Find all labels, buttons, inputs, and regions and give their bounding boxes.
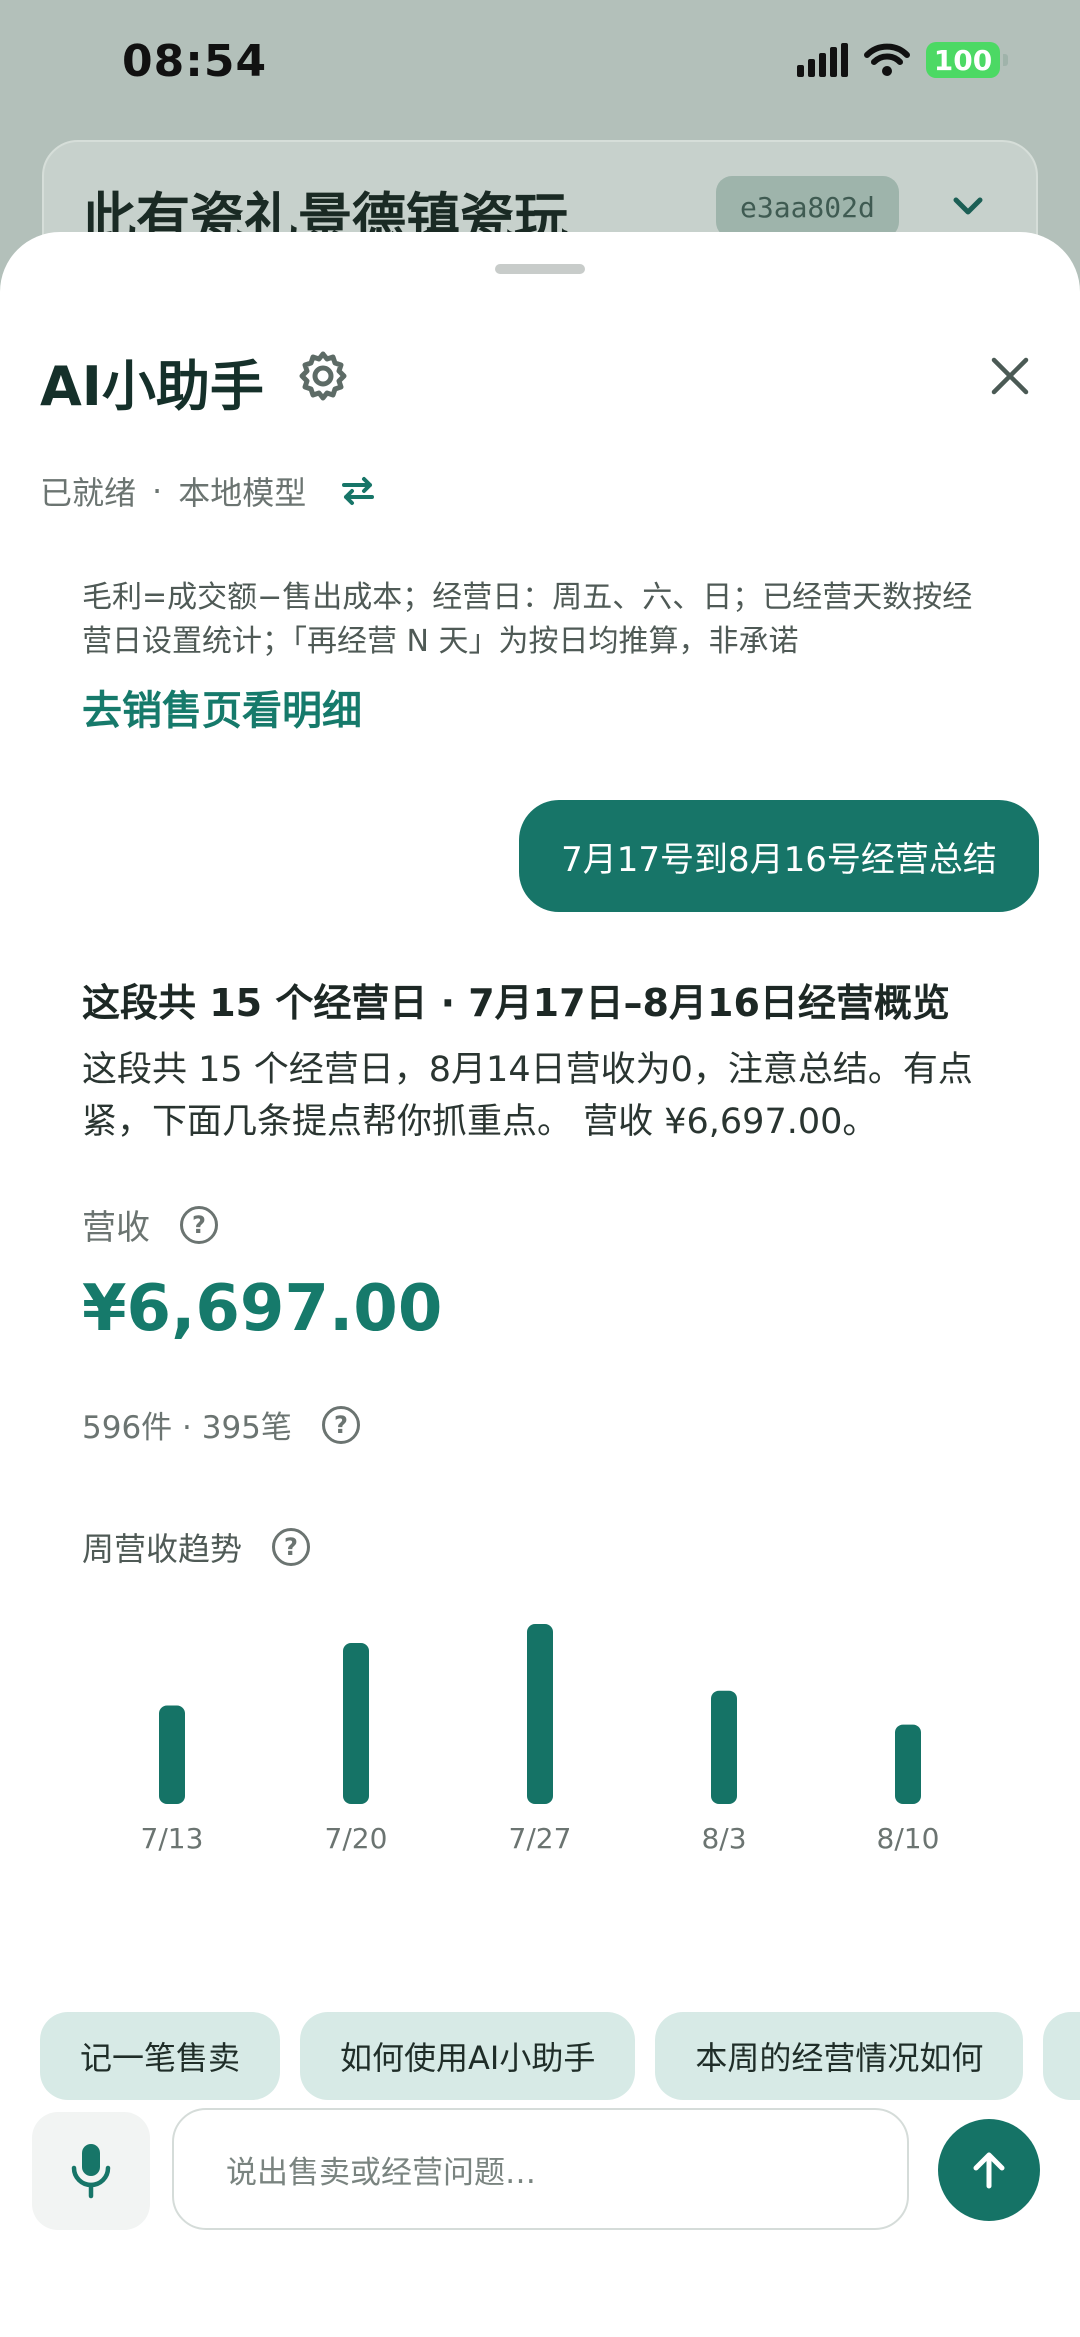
revenue-label-row: 营收 ?	[82, 1200, 218, 1249]
chart-x-tick: 8/3	[701, 1822, 746, 1855]
chart-x-tick: 7/13	[141, 1822, 204, 1855]
status-model: 本地模型	[178, 474, 307, 512]
chart-bar	[527, 1624, 553, 1804]
close-icon[interactable]	[988, 354, 1032, 398]
status-icons: 100	[797, 42, 1008, 78]
revenue-label: 营收	[82, 1208, 150, 1248]
wifi-icon	[864, 43, 910, 76]
signal-icon	[797, 43, 848, 77]
chart-bar	[711, 1690, 737, 1804]
user-message-bubble: 7月17号到8月16号经营总结	[519, 800, 1039, 912]
gear-icon[interactable]	[297, 350, 349, 402]
summary-text: 这段共 15 个经营日，8月14日营收为0，注意总结。有点紧，下面几条提点帮你抓…	[82, 1050, 973, 1142]
store-id-chip[interactable]: e3aa802d	[716, 176, 899, 238]
swap-icon[interactable]	[338, 475, 378, 507]
trend-label: 周营收趋势	[82, 1530, 243, 1568]
summary-title: 这段共 15 个经营日 · 7月17日–8月16日经营概览	[82, 981, 950, 1025]
chart-x-tick: 7/27	[509, 1822, 572, 1855]
trend-label-row: 周营收趋势 ?	[82, 1524, 311, 1570]
input-placeholder: 说出售卖或经营问题…	[226, 2154, 536, 2191]
quick-reply-chip[interactable]: 本周的经营情况如何	[655, 2012, 1024, 2100]
mic-icon	[71, 2144, 111, 2199]
status-separator: ·	[152, 472, 163, 510]
quick-replies: 记一笔售卖如何使用AI小助手本周的经营情况如何查看	[40, 2012, 1080, 2100]
message-input[interactable]: 说出售卖或经营问题…	[172, 2108, 909, 2230]
help-circle-icon[interactable]: ?	[272, 1528, 311, 1566]
send-button[interactable]	[938, 2119, 1040, 2221]
arrow-up-icon	[973, 2152, 1005, 2189]
counts-text: 596件 · 395笔	[82, 1410, 292, 1446]
bar-chart: 7/13 7/20 7/27 8/3 8/10	[141, 1624, 940, 1855]
assistant-sheet: AI小助手 已就绪 · 本地模型 毛利=成交额−售出成本；经营日：周五、六、日；…	[0, 232, 1080, 2337]
status-bar: 08:54 100	[0, 0, 1080, 130]
mic-button[interactable]	[32, 2112, 150, 2230]
quick-reply-chip[interactable]: 查看	[1043, 2012, 1080, 2100]
weekly-revenue-chart: 7/13 7/20 7/27 8/3 8/10	[82, 1602, 1002, 1862]
status-ready: 已就绪	[40, 474, 137, 512]
drag-handle[interactable]	[495, 264, 585, 274]
metrics-footnote: 毛利=成交额−售出成本；经营日：周五、六、日；已经营天数按经营日设置统计；「再经…	[82, 580, 973, 659]
chart-x-tick: 8/10	[877, 1822, 940, 1855]
help-circle-icon[interactable]: ?	[321, 1405, 360, 1444]
quick-reply-chip[interactable]: 如何使用AI小助手	[300, 2012, 636, 2100]
chart-x-tick: 7/20	[325, 1822, 388, 1855]
counts-row: 596件 · 395笔 ?	[82, 1402, 360, 1447]
chart-bar	[159, 1705, 185, 1804]
battery-icon: 100	[926, 42, 1008, 78]
status-time: 08:54	[122, 36, 268, 87]
assistant-status: 已就绪 · 本地模型	[40, 468, 378, 514]
quick-reply-chip[interactable]: 记一笔售卖	[40, 2012, 281, 2100]
chart-bar	[895, 1724, 921, 1804]
help-circle-icon[interactable]: ?	[180, 1205, 218, 1244]
chevron-down-icon[interactable]	[948, 186, 988, 226]
message-list[interactable]: 毛利=成交额−售出成本；经营日：周五、六、日；已经营天数按经营日设置统计；「再经…	[0, 532, 1080, 2232]
assistant-title: AI小助手	[40, 355, 264, 418]
sales-detail-link[interactable]: 去销售页看明细	[82, 678, 362, 736]
chart-bar	[343, 1643, 369, 1804]
revenue-value: ¥6,697.00	[82, 1272, 443, 1346]
